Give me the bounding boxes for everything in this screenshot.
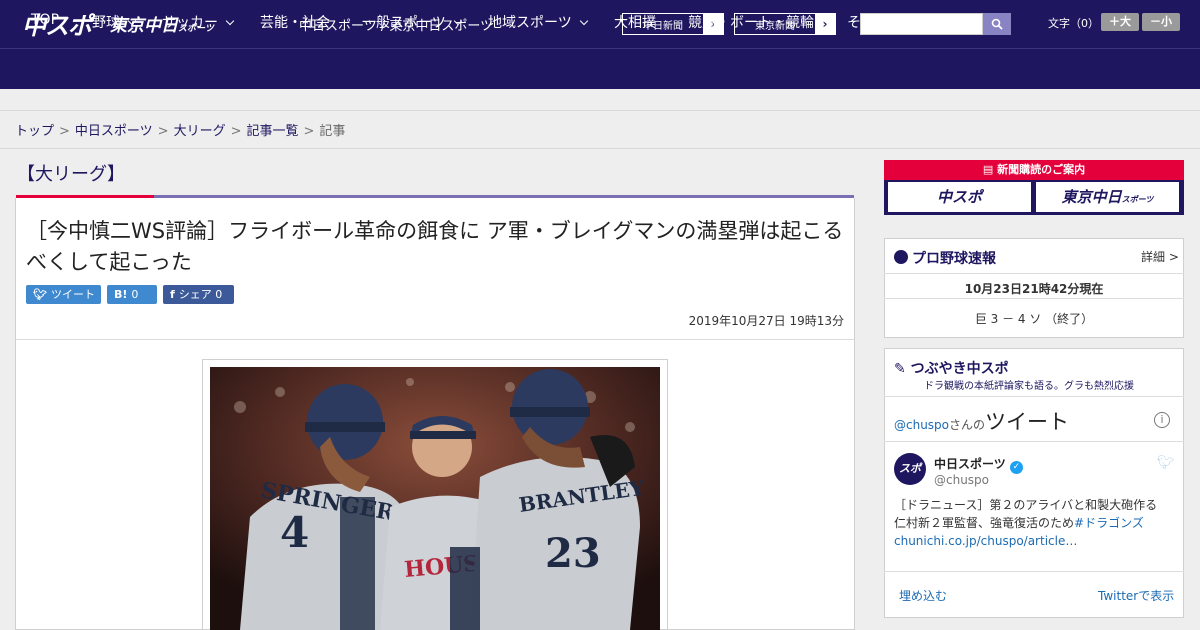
- nav-label: 競馬・ボート・競輪: [688, 15, 814, 31]
- font-larger-button[interactable]: ＋大: [1101, 13, 1139, 31]
- info-icon[interactable]: i: [1154, 412, 1170, 428]
- subscription-title: ▤ 新聞購読のご案内: [884, 161, 1184, 177]
- tweet-body: ［ドラニュース］第２のアライバと和製大砲作る仁村新２軍監督、強竜復活のため#ドラ…: [894, 496, 1166, 550]
- twitter-divider: [884, 571, 1184, 572]
- share-count: 0: [215, 288, 223, 301]
- search-icon: [991, 18, 1003, 30]
- tweet-hashtag[interactable]: #ドラゴンズ: [1074, 516, 1144, 530]
- article-date: 2019年10月27日 19時13分: [688, 314, 844, 328]
- score-result[interactable]: 巨 3 － 4 ソ （終了）: [884, 310, 1184, 327]
- nav-entertainment[interactable]: 芸能・社会: [260, 12, 330, 32]
- breadcrumb: トップ > 中日スポーツ > 大リーグ > 記事一覧 > 記事: [15, 120, 345, 139]
- facebook-icon: f: [170, 288, 175, 301]
- chevron-down-icon: [896, 16, 906, 26]
- chevron-down-icon: [225, 16, 235, 26]
- nav-racing[interactable]: 競馬・ボート・競輪: [688, 12, 814, 32]
- scores-divider: [884, 298, 1184, 299]
- main-nav: [0, 48, 1200, 89]
- breadcrumb-separator: >: [303, 124, 315, 139]
- subscription-chuspo-logo[interactable]: 中スポ: [888, 182, 1031, 212]
- newspaper-icon: ▤: [982, 163, 994, 176]
- twitter-account-name[interactable]: 中日スポーツ ✓: [934, 455, 1023, 474]
- twitter-widget-header: @chuspoさんのツイート: [894, 406, 1069, 436]
- hatena-icon: B!: [114, 288, 128, 301]
- breadcrumb-separator: >: [230, 124, 242, 139]
- tweet-link[interactable]: chunichi.co.jp/chuspo/article…: [894, 534, 1077, 548]
- chevron-right-icon: ›: [815, 14, 835, 34]
- breadcrumb-current: 記事: [319, 124, 346, 139]
- chevron-down-icon: [127, 16, 137, 26]
- twitter-widget-title: ✎ つぶやき中スポ: [894, 358, 1009, 378]
- share-label: シェア: [178, 288, 212, 301]
- tweet-label: ツイート: [50, 288, 95, 301]
- tweet-button[interactable]: 🐦︎ ツイート: [26, 285, 101, 304]
- nav-label: 地域スポーツ: [488, 15, 572, 31]
- twitter-handle-link[interactable]: @chuspo: [894, 418, 949, 432]
- twitter-divider: [884, 441, 1184, 442]
- facebook-share-button[interactable]: f シェア 0: [163, 285, 234, 304]
- breadcrumb-separator: >: [59, 124, 70, 139]
- twitter-title-text: つぶやき中スポ: [910, 361, 1009, 377]
- sub-logo2-text: 東京中日: [1061, 188, 1122, 206]
- twitter-account-handle[interactable]: @chuspo: [934, 473, 989, 487]
- chevron-down-icon: [579, 16, 588, 26]
- nav-label: 芸能・社会: [260, 15, 330, 31]
- font-size-label: 文字（0）: [1048, 17, 1099, 30]
- nav-label: 一般スポーツ: [362, 15, 446, 31]
- subscription-tokyo-logo[interactable]: 東京中日スポーツ: [1036, 182, 1179, 212]
- breadcrumb-mlb[interactable]: 大リーグ: [174, 124, 226, 139]
- tweets-label: ツイート: [985, 410, 1070, 434]
- nav-label: サッカー: [162, 15, 218, 31]
- breadcrumb-chunichi-sports[interactable]: 中日スポーツ: [75, 124, 153, 139]
- breadcrumb-article-list[interactable]: 記事一覧: [247, 124, 299, 139]
- embed-link[interactable]: 埋め込む: [899, 587, 947, 604]
- scores-title: プロ野球速報: [894, 248, 996, 268]
- scores-divider: [884, 273, 1184, 274]
- scores-detail-link[interactable]: 詳細 >: [1141, 248, 1179, 265]
- nav-top[interactable]: TOP: [31, 12, 59, 28]
- nav-label: その他: [847, 15, 889, 31]
- nav-sumo[interactable]: 大相撲: [614, 12, 656, 32]
- nav-general-sports[interactable]: 一般スポーツ: [362, 12, 462, 32]
- sub-logo2-small: スポーツ: [1121, 195, 1154, 204]
- nav-regional-sports[interactable]: 地域スポーツ: [488, 12, 588, 32]
- baseball-icon: [894, 250, 908, 264]
- breadcrumb-separator: >: [157, 124, 169, 139]
- article-divider: [16, 339, 854, 340]
- article-headline: ［今中慎二WS評論］フライボール革命の餌食に ア軍・ブレイグマンの満塁弾は起こる…: [26, 219, 844, 274]
- nav-baseball[interactable]: 野球: [92, 12, 137, 32]
- nav-soccer[interactable]: サッカー: [162, 12, 235, 32]
- article-photo[interactable]: SPRINGER 4 HOUSTON BRANTLEY 23: [210, 367, 660, 630]
- chevron-down-icon: [453, 16, 462, 26]
- font-smaller-button[interactable]: －小: [1142, 13, 1180, 31]
- baseball-players-image: SPRINGER 4 HOUSTON BRANTLEY 23: [210, 367, 660, 630]
- sub-nav-band: [0, 89, 1200, 111]
- scores-title-text: プロ野球速報: [912, 251, 996, 267]
- twitter-widget-subtitle: ドラ観戦の本紙評論家も語る。グラも熱烈応援: [924, 381, 1134, 392]
- nav-label: 野球: [92, 15, 120, 31]
- jersey-number-4: 4: [280, 508, 309, 557]
- twitter-bird-icon[interactable]: 🐦︎: [1157, 455, 1175, 471]
- jersey-number-23: 23: [545, 530, 601, 577]
- view-on-twitter-link[interactable]: Twitterで表示: [1098, 587, 1174, 604]
- chuspo-avatar[interactable]: スポ: [894, 453, 926, 485]
- hatena-count: 0: [131, 288, 139, 301]
- scores-timestamp: 10月23日21時42分現在: [964, 282, 1104, 296]
- article-category: 【大リーグ】: [17, 164, 125, 185]
- account-name-text: 中日スポーツ: [934, 457, 1006, 471]
- hatena-bookmark-button[interactable]: B! 0: [107, 285, 157, 304]
- breadcrumb-top[interactable]: トップ: [15, 124, 54, 139]
- twitter-divider: [884, 396, 1184, 397]
- nav-label: 大相撲: [614, 15, 656, 31]
- twitter-handle-suffix: さんの: [949, 418, 986, 432]
- search-button[interactable]: [983, 13, 1011, 35]
- twitter-icon: 🐦︎: [33, 288, 47, 301]
- subscription-title-text: 新聞購読のご案内: [997, 163, 1086, 176]
- verified-icon: ✓: [1009, 461, 1023, 474]
- nav-other[interactable]: その他: [847, 12, 906, 32]
- megaphone-icon: ✎: [894, 361, 906, 377]
- nav-label: TOP: [31, 12, 60, 28]
